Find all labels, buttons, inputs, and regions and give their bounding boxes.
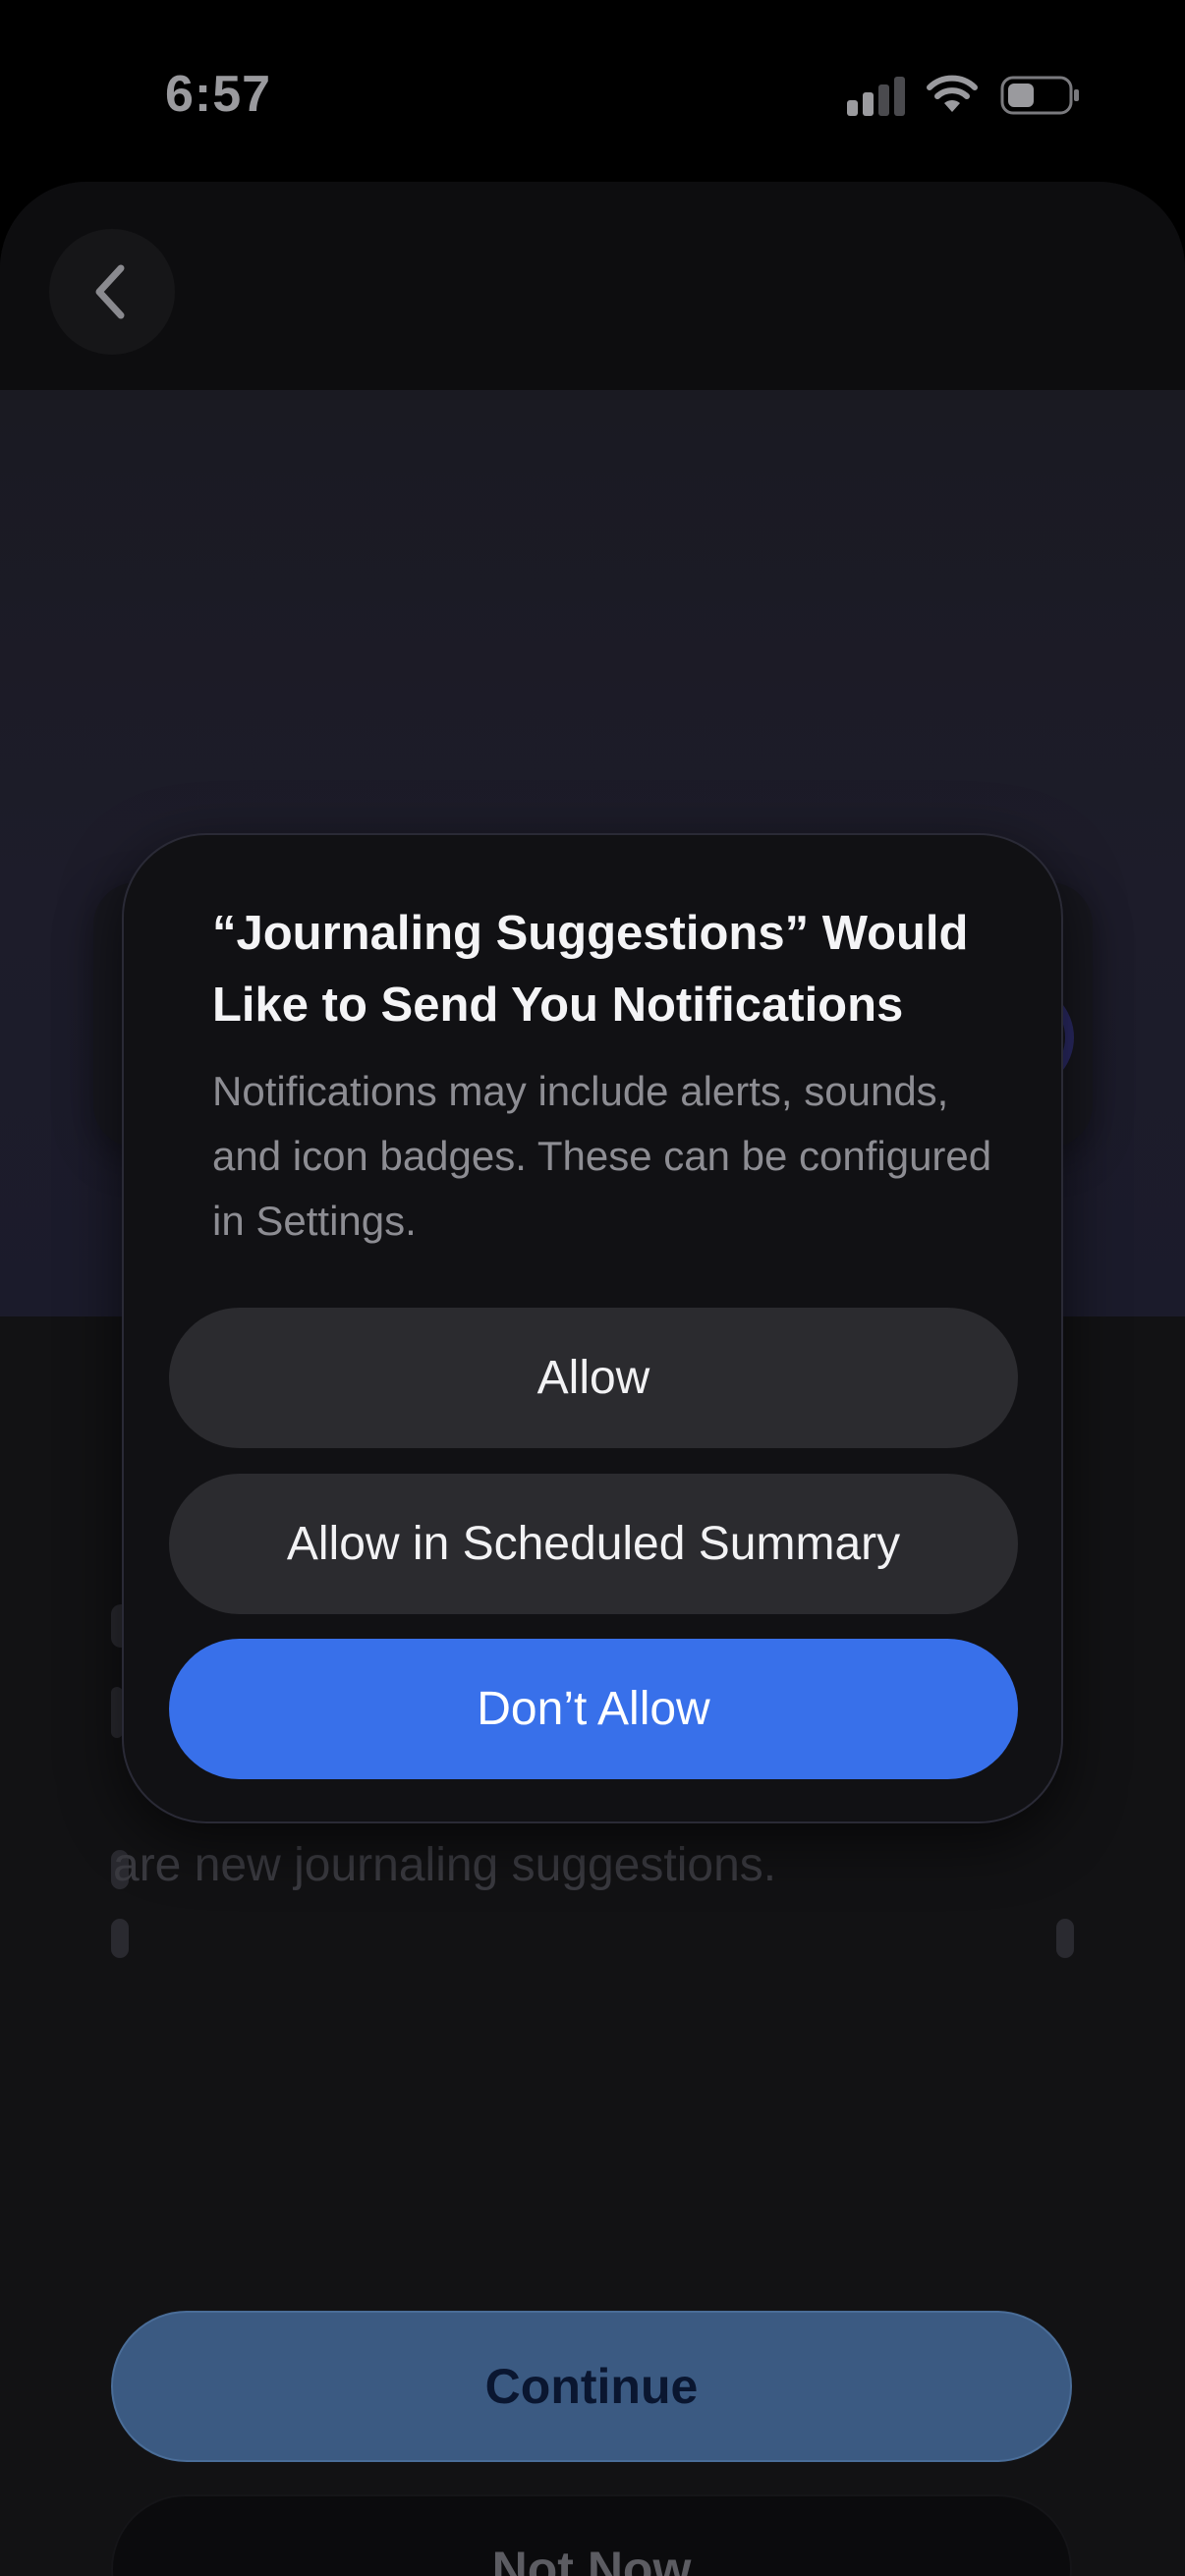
sheet-header <box>0 182 1185 390</box>
not-now-button[interactable]: Not Now <box>111 2494 1072 2576</box>
allow-scheduled-summary-button[interactable]: Allow in Scheduled Summary <box>169 1474 1018 1614</box>
chevron-left-icon <box>95 264 125 319</box>
alert-message: Notifications may include alerts, sounds… <box>212 1068 992 1244</box>
cellular-signal-icon <box>847 77 906 116</box>
notification-permission-screen: 6:57 are new journaling suggestions. Con… <box>0 0 1185 2576</box>
status-bar: 6:57 <box>0 0 1185 187</box>
continue-button[interactable]: Continue <box>111 2311 1072 2462</box>
dont-allow-button[interactable]: Don’t Allow <box>169 1639 1018 1779</box>
wifi-icon <box>927 75 978 112</box>
back-button[interactable] <box>49 229 175 355</box>
allow-button[interactable]: Allow <box>169 1308 1018 1448</box>
notification-permission-alert: “Journaling Suggestions” Would Like to S… <box>122 833 1063 1823</box>
status-time: 6:57 <box>165 66 272 123</box>
description-text: are new journaling suggestions. <box>113 1839 777 1891</box>
alert-title: “Journaling Suggestions” Would Like to S… <box>212 907 969 1032</box>
battery-icon <box>1000 76 1079 115</box>
